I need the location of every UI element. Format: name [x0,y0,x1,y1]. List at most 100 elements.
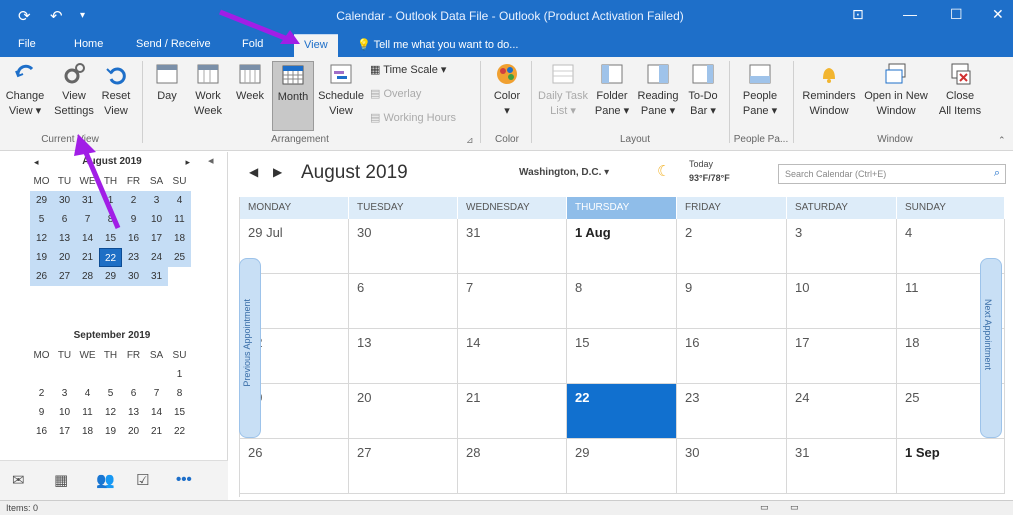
calendar-day-cell[interactable]: 16 [677,329,787,384]
calendar-day-cell[interactable]: 22 [567,384,677,439]
calendar-day-cell[interactable]: 31 [458,219,567,274]
tab-home[interactable]: Home [74,38,103,50]
reminders-window-button[interactable]: Reminders Window [800,61,858,119]
calendar-day-cell[interactable]: 6 [349,274,458,329]
mini-calendar-day[interactable]: 3 [53,384,76,403]
mini-calendar-day[interactable]: 29 [30,191,53,210]
maximize-icon[interactable]: ☐ [950,6,963,23]
calendar-day-cell[interactable]: 13 [349,329,458,384]
calendar-day-cell[interactable]: 8 [567,274,677,329]
close-icon[interactable]: ✕ [992,6,1004,23]
mini-calendar-day[interactable]: 17 [53,422,76,441]
calendar-day-cell[interactable]: 10 [787,274,897,329]
mini-calendar-day[interactable]: 20 [53,248,76,267]
search-icon[interactable]: ⌕ [994,167,1000,180]
calendar-day-cell[interactable]: 27 [349,439,458,494]
calendar-day-cell[interactable]: 29 [567,439,677,494]
mini-calendar-day[interactable]: 11 [168,210,191,229]
tasks-icon[interactable]: ☑ [136,471,149,489]
change-view-button[interactable]: Change View ▾ [3,61,47,119]
mini-calendar-day[interactable]: 26 [30,267,53,286]
mini-calendar-day[interactable]: 13 [122,403,145,422]
search-calendar-input[interactable]: Search Calendar (Ctrl+E) ⌕ [778,164,1006,184]
people-pane-button[interactable]: People Pane ▾ [736,61,784,119]
more-icon[interactable]: ••• [176,471,192,488]
calendar-day-cell[interactable]: 30 [349,219,458,274]
mini-calendar-day[interactable]: 12 [99,403,122,422]
mini-calendar-day[interactable]: 21 [76,248,99,267]
reset-view-button[interactable]: Reset View [98,61,134,119]
mini-calendar-day[interactable]: 12 [30,229,53,248]
mail-icon[interactable]: ✉ [12,471,25,489]
work-week-view-button[interactable]: Work Week [188,61,228,119]
mini-calendar-day[interactable]: 5 [99,384,122,403]
month-view-button[interactable]: Month [272,61,314,131]
todo-bar-button[interactable]: To-Do Bar ▾ [684,61,722,119]
mini-calendar-day[interactable]: 10 [145,210,168,229]
mini-calendar-day[interactable]: 28 [76,267,99,286]
calendar-day-cell[interactable]: 21 [458,384,567,439]
calendar-day-cell[interactable]: 24 [787,384,897,439]
calendar-day-cell[interactable]: 2 [677,219,787,274]
mini-calendar-day[interactable]: 29 [99,267,122,286]
overlay-button[interactable]: ▤ Overlay [370,87,421,100]
calendar-day-cell[interactable]: 30 [677,439,787,494]
mini-calendar-day[interactable]: 21 [145,422,168,441]
mini-calendar-day[interactable]: 6 [53,210,76,229]
next-appointment-tab[interactable]: Next Appointment [980,258,1002,438]
mini-calendar-day[interactable]: 14 [145,403,168,422]
next-month-icon[interactable]: ▸ [185,157,190,168]
mini-calendar-day[interactable]: 3 [145,191,168,210]
collapse-ribbon-icon[interactable]: ⌃ [998,135,1006,146]
calendar-day-cell[interactable]: 23 [677,384,787,439]
reading-view-icon[interactable]: ▭ [790,502,799,513]
mini-calendar-day[interactable]: 22 [99,248,122,267]
schedule-view-button[interactable]: Schedule View [317,61,365,119]
time-scale-button[interactable]: ▦ Time Scale ▾ [370,63,446,76]
calendar-day-cell[interactable]: 28 [458,439,567,494]
mini-calendar-day[interactable]: 19 [30,248,53,267]
mini-calendar-day[interactable]: 31 [76,191,99,210]
calendar-day-cell[interactable]: 31 [787,439,897,494]
collapse-pane-icon[interactable]: ◂ [208,154,214,167]
mini-calendar-day[interactable]: 4 [168,191,191,210]
mini-calendar-day[interactable]: 2 [122,191,145,210]
mini-calendar-day[interactable]: 7 [145,384,168,403]
mini-calendar-day[interactable]: 27 [53,267,76,286]
folder-pane-button[interactable]: Folder Pane ▾ [592,61,632,119]
mini-calendar-day[interactable]: 18 [168,229,191,248]
calendar-day-cell[interactable]: 15 [567,329,677,384]
mini-calendar-day[interactable]: 19 [99,422,122,441]
week-view-button[interactable]: Week [232,61,268,104]
mini-calendar-day[interactable]: 15 [99,229,122,248]
ribbon-display-options-icon[interactable]: ⊡ [852,6,864,23]
calendar-day-cell[interactable]: 1 Aug [567,219,677,274]
mini-calendar-day[interactable]: 9 [122,210,145,229]
mini-calendar-day[interactable]: 24 [145,248,168,267]
mini-calendar-day[interactable]: 30 [53,191,76,210]
mini-calendar-day[interactable]: 16 [122,229,145,248]
previous-month-icon[interactable]: ◀ [249,165,258,179]
mini-calendar-day[interactable]: 18 [76,422,99,441]
mini-calendar-day[interactable]: 15 [168,403,191,422]
calendar-day-cell[interactable]: 3 [787,219,897,274]
mini-calendar-day[interactable]: 6 [122,384,145,403]
color-button[interactable]: Color ▾ [488,61,526,119]
send-receive-all-icon[interactable]: ⟳ [18,7,31,25]
view-settings-button[interactable]: View Settings [52,61,96,119]
day-view-button[interactable]: Day [150,61,184,104]
calendar-day-cell[interactable]: 1 Sep [897,439,1005,494]
mini-calendar-day[interactable]: 25 [168,248,191,267]
reading-pane-button[interactable]: Reading Pane ▾ [634,61,682,119]
calendar-day-cell[interactable]: 7 [458,274,567,329]
mini-calendar-day[interactable]: 31 [145,267,168,286]
tab-send-receive[interactable]: Send / Receive [136,38,211,50]
mini-calendar-day[interactable]: 7 [76,210,99,229]
minimize-icon[interactable]: — [903,6,917,22]
open-in-new-window-button[interactable]: Open in New Window [860,61,932,119]
close-all-items-button[interactable]: Close All Items [934,61,986,119]
undo-icon[interactable]: ↶ [50,7,63,25]
calendar-day-cell[interactable]: 14 [458,329,567,384]
next-month-icon[interactable]: ▶ [273,165,282,179]
mini-calendar-day[interactable]: 17 [145,229,168,248]
